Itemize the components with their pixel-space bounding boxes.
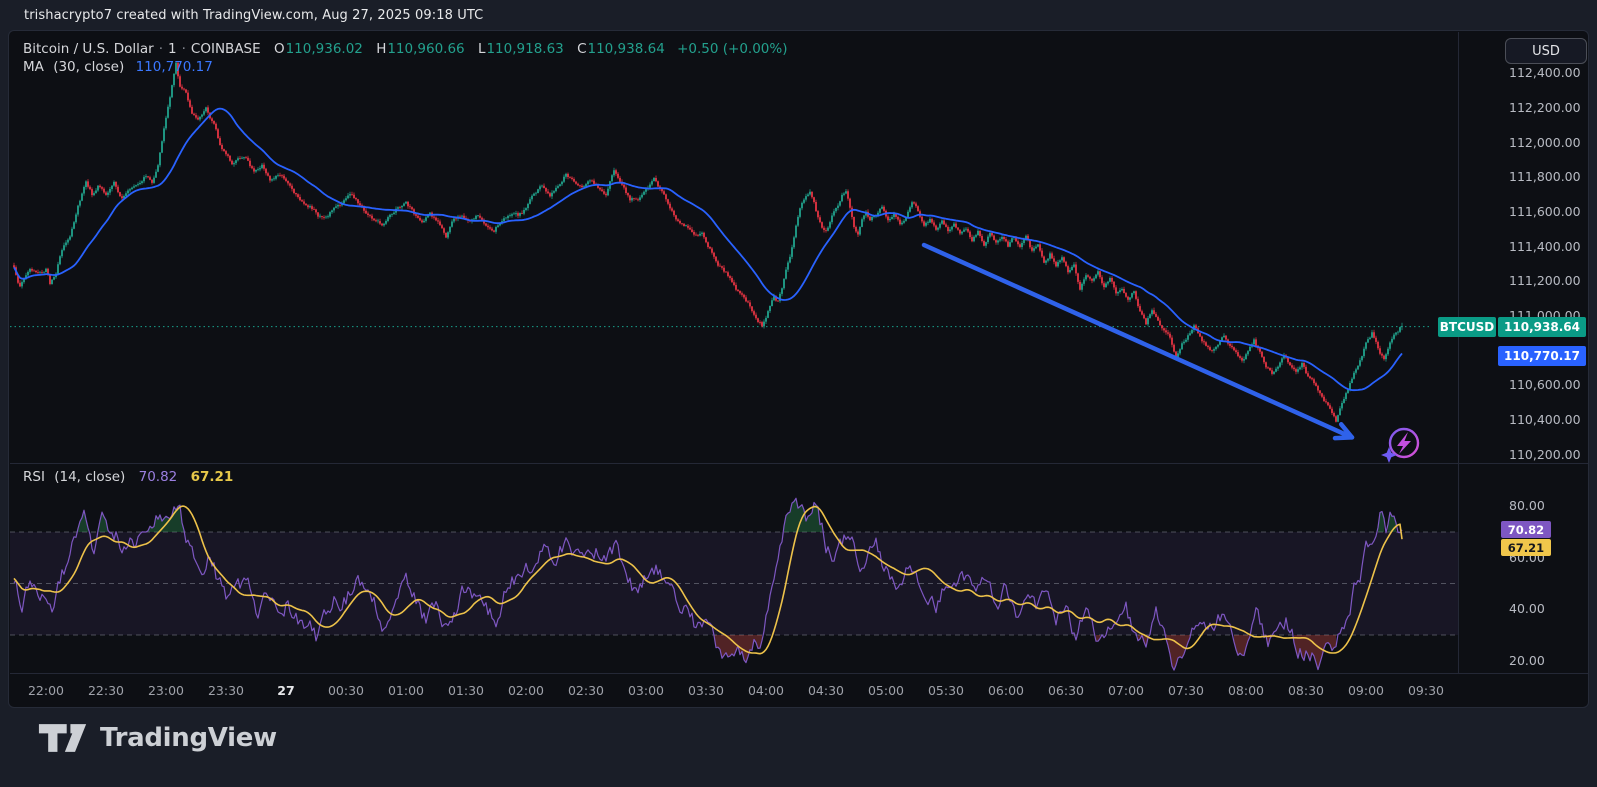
symbol-exchange: COINBASE (191, 41, 261, 57)
change-value: +0.50 (+0.00%) (677, 41, 787, 57)
open-label: O (274, 41, 285, 57)
low-value: 110,918.63 (486, 41, 563, 57)
rsi-overbought-fill (78, 498, 1396, 532)
chart-canvas[interactable] (9, 31, 1589, 708)
rsi-oversold-fill (714, 635, 1336, 670)
symbol-legend[interactable]: Bitcoin / U.S. Dollar·1·COINBASE O110,93… (23, 41, 788, 57)
rsi-value: 70.82 (139, 469, 178, 485)
close-label: C (577, 41, 586, 57)
high-label: H (376, 41, 386, 57)
ma-value: 110,770.17 (136, 59, 213, 75)
rsi-params: (14, close) (54, 469, 125, 485)
tradingview-logo-icon (38, 722, 88, 754)
rsi-legend[interactable]: RSI (14, close) 70.82 67.21 (23, 469, 233, 485)
candle-wicks-down (14, 62, 1384, 422)
legend-separator: · (182, 41, 186, 57)
symbol-interval: 1 (168, 41, 177, 57)
candle-bodies-down (14, 63, 1384, 422)
attribution-text: trishacrypto7 created with TradingView.c… (24, 8, 483, 23)
ma-price-badge: 110,770.17 (1498, 346, 1586, 366)
close-value: 110,938.64 (588, 41, 665, 57)
ma-legend[interactable]: MA (30, close) 110,770.17 (23, 59, 213, 75)
high-value: 110,960.66 (387, 41, 464, 57)
chart-widget[interactable]: 112,400.00112,200.00112,000.00111,800.00… (8, 30, 1589, 708)
symbol-price-label-badge: BTCUSD (1438, 317, 1496, 337)
open-value: 110,936.02 (286, 41, 363, 57)
ma-params: (30, close) (53, 59, 124, 75)
tradingview-logo[interactable]: TradingView (38, 722, 277, 754)
trend-arrow[interactable] (924, 245, 1352, 438)
tradingview-logo-text: TradingView (100, 723, 277, 753)
lightning-spark-icon[interactable] (1381, 429, 1418, 463)
rsi-ma-value: 67.21 (191, 469, 234, 485)
rsi-ma-value-badge: 67.21 (1501, 539, 1551, 556)
last-price-badge: 110,938.64 (1498, 317, 1586, 337)
rsi-value-badge: 70.82 (1501, 521, 1551, 538)
rsi-name: RSI (23, 469, 45, 485)
legend-separator: · (159, 41, 163, 57)
ma-name: MA (23, 59, 44, 75)
low-label: L (478, 41, 486, 57)
currency-toggle-button[interactable]: USD (1505, 38, 1587, 64)
symbol-title: Bitcoin / U.S. Dollar (23, 41, 154, 57)
